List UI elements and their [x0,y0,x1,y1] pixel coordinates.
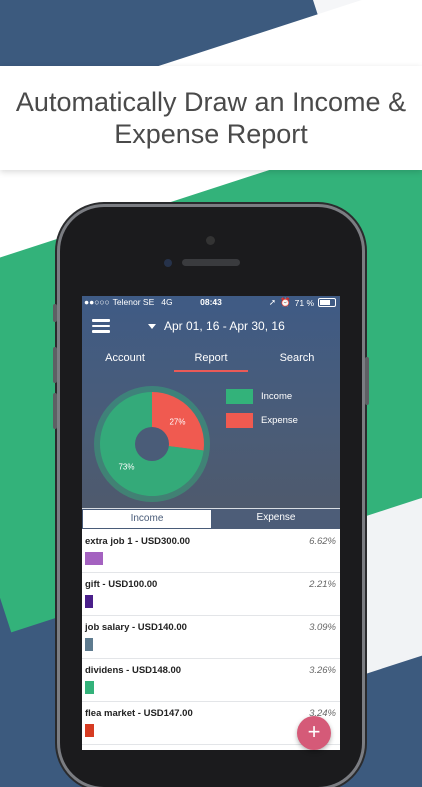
income-expense-donut-chart: 27% 73% [94,386,210,502]
alarm-icon: ⏰ [280,297,291,307]
item-title: job salary - USD140.00 [85,622,187,633]
power-button [365,357,369,405]
item-title: dividens - USD148.00 [85,665,182,676]
segment-expense[interactable]: Expense [212,509,340,529]
list-item[interactable]: extra job 1 - USD300.00 6.62% [82,530,340,573]
volume-up-button [53,347,57,383]
item-percent: 3.09% [309,622,336,633]
tab-report[interactable]: Report [168,348,254,376]
date-range-picker[interactable]: Apr 01, 16 - Apr 30, 16 [148,319,285,333]
item-percent: 2.21% [309,579,336,590]
app-screen: ●●○○○ Telenor SE 4G 08:43 ➚ ⏰ 71 % Apr 0… [82,296,340,750]
mute-switch [53,304,57,322]
front-camera-icon [206,236,215,245]
legend-swatch-expense [226,413,253,428]
speaker-grille [182,259,240,266]
income-expense-toggle: Income Expense [82,508,340,529]
date-range-label: Apr 01, 16 - Apr 30, 16 [164,319,285,333]
tab-account[interactable]: Account [82,348,168,376]
donut-hole [135,427,169,461]
report-header: ●●○○○ Telenor SE 4G 08:43 ➚ ⏰ 71 % Apr 0… [82,296,340,508]
segment-income[interactable]: Income [82,509,212,529]
add-button[interactable]: + [297,716,331,750]
list-item[interactable]: job salary - USD140.00 3.09% [82,616,340,659]
item-bar [85,681,94,694]
item-bar [85,552,103,565]
item-percent: 6.62% [309,536,336,547]
chart-legend: Income Expense [226,389,298,437]
caret-down-icon [148,323,156,329]
legend-label-income: Income [261,391,293,402]
list-item[interactable]: gift - USD100.00 2.21% [82,573,340,616]
status-bar: ●●○○○ Telenor SE 4G 08:43 ➚ ⏰ 71 % [82,296,340,309]
legend-label-expense: Expense [261,415,298,426]
item-title: extra job 1 - USD300.00 [85,536,191,547]
item-bar [85,724,94,737]
headline-text: Automatically Draw an Income & Expense R… [15,87,407,149]
item-bar [85,595,93,608]
item-bar [85,638,94,651]
battery-percent: 71 % [294,297,314,308]
hamburger-icon[interactable] [92,319,110,333]
pie-label-expense: 27% [169,418,185,427]
battery-icon [318,298,336,307]
category-list: extra job 1 - USD300.00 6.62% gift - USD… [82,530,340,745]
legend-swatch-income [226,389,253,404]
item-title: flea market - USD147.00 [85,708,193,719]
tab-bar: Account Report Search [82,348,340,376]
pie-label-income: 73% [118,462,134,471]
tab-search[interactable]: Search [254,348,340,376]
item-title: gift - USD100.00 [85,579,158,590]
camera-icon [164,259,172,267]
location-icon: ➚ [268,297,277,307]
legend-item-expense: Expense [226,413,298,428]
list-item[interactable]: dividens - USD148.00 3.26% [82,659,340,702]
volume-down-button [53,393,57,429]
item-percent: 3.26% [309,665,336,676]
legend-item-income: Income [226,389,298,404]
headline-banner: Automatically Draw an Income & Expense R… [0,66,422,170]
